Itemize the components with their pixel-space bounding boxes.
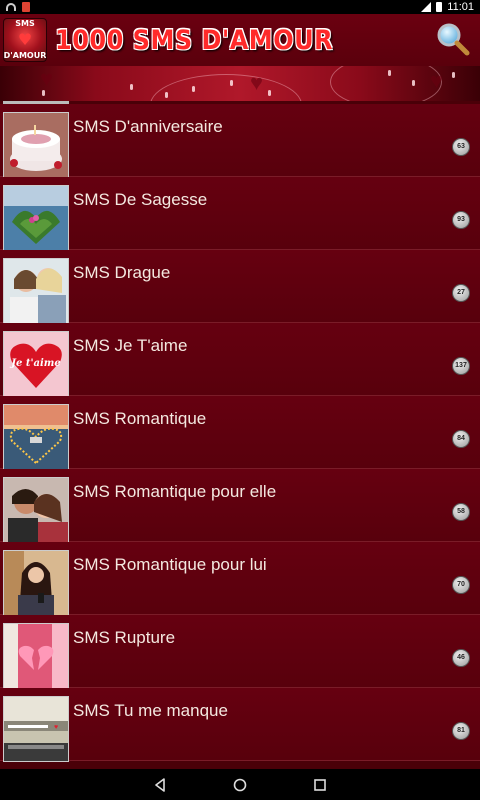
signal-icon [421,2,432,12]
wifi-icon [6,3,16,11]
list-item-sagesse[interactable]: SMS De Sagesse 93 [0,177,480,251]
item-count-badge: 63 [452,138,470,156]
home-button[interactable] [220,769,260,800]
item-count-badge: 46 [452,649,470,667]
item-count-badge: 84 [452,430,470,448]
heart-candles-image [3,404,69,470]
item-label: SMS Rupture [73,628,176,647]
item-label: SMS Je T'aime [73,336,188,355]
header-banner: ♥ ♥ ♥ [0,66,480,101]
couple-image [3,477,69,543]
item-label: SMS Drague [73,263,171,282]
notification-icon [22,2,30,12]
back-button[interactable] [140,769,180,800]
list-item-romantique-lui[interactable]: SMS Romantique pour lui 70 [0,542,480,616]
item-count-badge: 70 [452,576,470,594]
birthday-cake-image [3,112,69,178]
item-count-badge: 137 [452,357,470,375]
app-title: 1000 SMS D'AMOUR [55,24,334,56]
search-button[interactable] [436,22,470,56]
list-item-romantique[interactable]: SMS Romantique 84 [0,396,480,470]
recents-button[interactable] [300,769,340,800]
status-bar: 11:01 [0,0,480,14]
recents-icon [314,778,326,791]
category-list[interactable]: SMS D'anniversaire 63 SMS De Sagesse 93 [0,101,480,769]
list-item-anniversaire[interactable]: SMS D'anniversaire 63 [0,104,480,178]
two-women-image [3,258,69,324]
back-icon [155,777,165,792]
list-item-romantique-elle[interactable]: SMS Romantique pour elle 58 [0,469,480,543]
battery-icon [436,2,443,12]
logo-text-top: SMS [15,19,35,28]
item-label: SMS Romantique pour lui [73,555,267,574]
item-label: SMS Romantique [73,409,207,428]
item-count-badge: 81 [452,722,470,740]
search-icon [437,23,470,56]
broken-heart-image [3,623,69,689]
svg-text:♥: ♥ [54,724,58,731]
app-logo[interactable]: SMS ♥ D'AMOUR [3,18,47,62]
item-label: SMS Romantique pour elle [73,482,277,501]
heart-icon: ♥ [17,30,33,49]
thumb-text: Je t'aime [9,358,60,369]
status-time: 11:01 [447,1,474,13]
list-item-tu-me-manque[interactable]: ♥ SMS Tu me manque 81 [0,688,480,762]
logo-text-bottom: D'AMOUR [3,51,47,60]
item-count-badge: 58 [452,503,470,521]
item-label: SMS Tu me manque [73,701,228,720]
desk-note-image: ♥ [3,696,69,762]
item-label: SMS D'anniversaire [73,117,223,136]
list-item-je-taime[interactable]: Je t'aime SMS Je T'aime 137 [0,323,480,397]
item-count-badge: 27 [452,284,470,302]
woman-phone-image [3,550,69,616]
je-taime-heart-image: Je t'aime [3,331,69,397]
item-label: SMS De Sagesse [73,190,208,209]
heart-lake-image [3,185,69,251]
navigation-bar [0,769,480,800]
list-item-rupture[interactable]: SMS Rupture 46 [0,615,480,689]
app-bar: SMS ♥ D'AMOUR 1000 SMS D'AMOUR [0,14,480,66]
home-icon [233,778,247,791]
item-count-badge: 93 [452,211,470,229]
list-item-drague[interactable]: SMS Drague 27 [0,250,480,324]
